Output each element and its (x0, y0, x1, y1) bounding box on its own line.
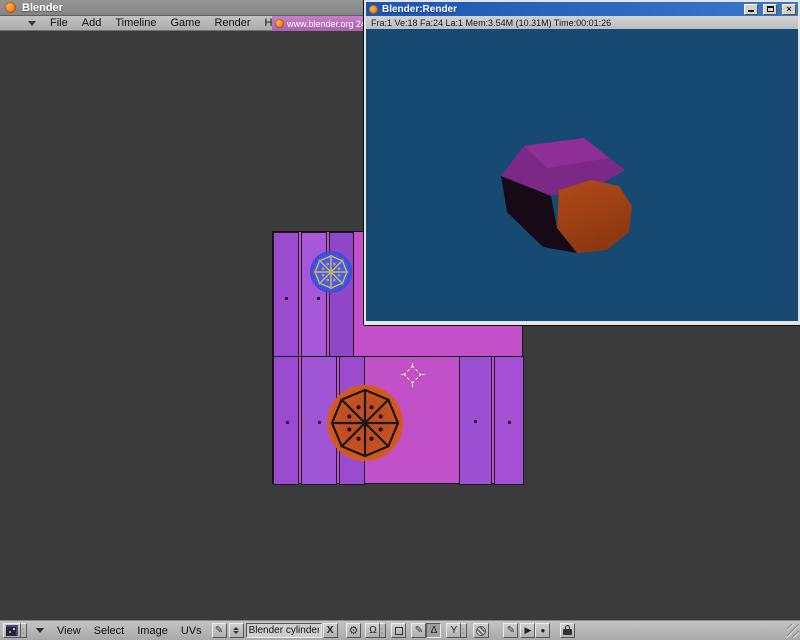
y-axis-dropdown[interactable] (461, 623, 467, 638)
header-collapse-icon[interactable] (28, 21, 36, 26)
minimize-icon (748, 10, 754, 12)
image-properties-button[interactable]: ⚙ (346, 623, 362, 638)
clip-play-button[interactable]: ▶ (520, 623, 535, 638)
cap-uv-fan (325, 383, 405, 463)
lock-button[interactable] (560, 623, 575, 638)
menu-item-game[interactable]: Game (170, 17, 200, 29)
pencil-icon: ✎ (507, 626, 515, 636)
record-dot-icon: ● (541, 627, 546, 635)
editor-type-dropdown[interactable] (21, 623, 27, 638)
render-window: Blender:Render × Fra:1 Ve:18 Fa:24 La:1 … (364, 0, 800, 325)
version-banner: www.blender.org 246 (272, 16, 364, 31)
uv-editor-header: View Select Image UVs ✎ X ⚙ Ω ✎ Δ Y ✎ ▶ … (0, 620, 800, 640)
matcap-button[interactable] (473, 623, 489, 638)
unlink-image-button[interactable]: X (323, 623, 338, 638)
triangle-button[interactable]: Δ (426, 623, 441, 638)
hatched-sphere-icon (476, 626, 486, 636)
menu-item-view[interactable]: View (57, 625, 81, 637)
uv-face-dot (285, 297, 288, 300)
uv-face-dot (474, 420, 477, 423)
maximize-button[interactable] (763, 4, 777, 15)
gear-icon: ⚙ (349, 625, 359, 636)
pencil-button[interactable]: ✎ (411, 623, 426, 638)
render-stats-text: Fra:1 Ve:18 Fa:24 La:1 Mem:3.54M (10.31M… (371, 18, 611, 28)
brush-icon: ✎ (215, 626, 223, 636)
uv-face-dot (508, 421, 511, 424)
brush-button[interactable]: ✎ (212, 623, 227, 638)
blender-logo-icon (5, 2, 16, 13)
y-axis-button[interactable]: Y (446, 623, 461, 638)
render-window-titlebar[interactable]: Blender:Render × (366, 2, 798, 16)
menu-item-add[interactable]: Add (82, 17, 102, 29)
rendered-cylinder (366, 29, 798, 321)
close-button[interactable]: × (782, 4, 796, 15)
uv-face-dot (318, 421, 321, 424)
resize-grip[interactable] (787, 624, 799, 638)
selected-cap-uv-fan (306, 247, 356, 297)
header-collapse-icon[interactable] (36, 628, 44, 633)
square-icon (395, 627, 403, 635)
menu-item-uvs[interactable]: UVs (181, 625, 202, 637)
render-stats-bar: Fra:1 Ve:18 Fa:24 La:1 Mem:3.54M (10.31M… (366, 16, 798, 29)
menu-item-select[interactable]: Select (94, 625, 125, 637)
uv-2d-cursor[interactable] (401, 363, 425, 387)
editor-type-button[interactable] (3, 623, 21, 638)
menu-item-timeline[interactable]: Timeline (115, 17, 156, 29)
maximize-icon (767, 6, 774, 12)
uv-face-dot (317, 297, 320, 300)
uv-face-strip (273, 232, 299, 357)
render-result-canvas (366, 29, 798, 321)
square-button[interactable] (391, 623, 406, 638)
menu-item-render[interactable]: Render (214, 17, 250, 29)
menu-item-image[interactable]: Image (137, 625, 168, 637)
blender-logo-icon (369, 5, 378, 14)
uv-image-editor-icon (6, 625, 18, 636)
minimize-button[interactable] (744, 4, 758, 15)
main-window-title: Blender (22, 2, 63, 14)
blender-logo-icon (275, 19, 284, 28)
omega-button[interactable]: Ω (365, 623, 380, 638)
uv-2d-cursor-diamond (403, 365, 421, 383)
datablock-browse-button[interactable] (229, 623, 244, 638)
omega-dropdown[interactable] (380, 623, 386, 638)
play-icon: ▶ (525, 626, 532, 635)
record-dot-button[interactable]: ● (535, 623, 550, 638)
uv-row-divider (273, 356, 522, 357)
menu-item-file[interactable]: File (50, 17, 68, 29)
uv-face-dot (286, 421, 289, 424)
render-window-title: Blender:Render (382, 4, 739, 15)
lock-icon (563, 625, 572, 636)
pencil-icon: ✎ (415, 626, 423, 636)
browse-arrows-icon (233, 627, 239, 634)
paint-pencil-button[interactable]: ✎ (503, 623, 518, 638)
version-banner-text: www.blender.org 246 (287, 19, 364, 29)
image-name-field[interactable] (246, 623, 322, 638)
